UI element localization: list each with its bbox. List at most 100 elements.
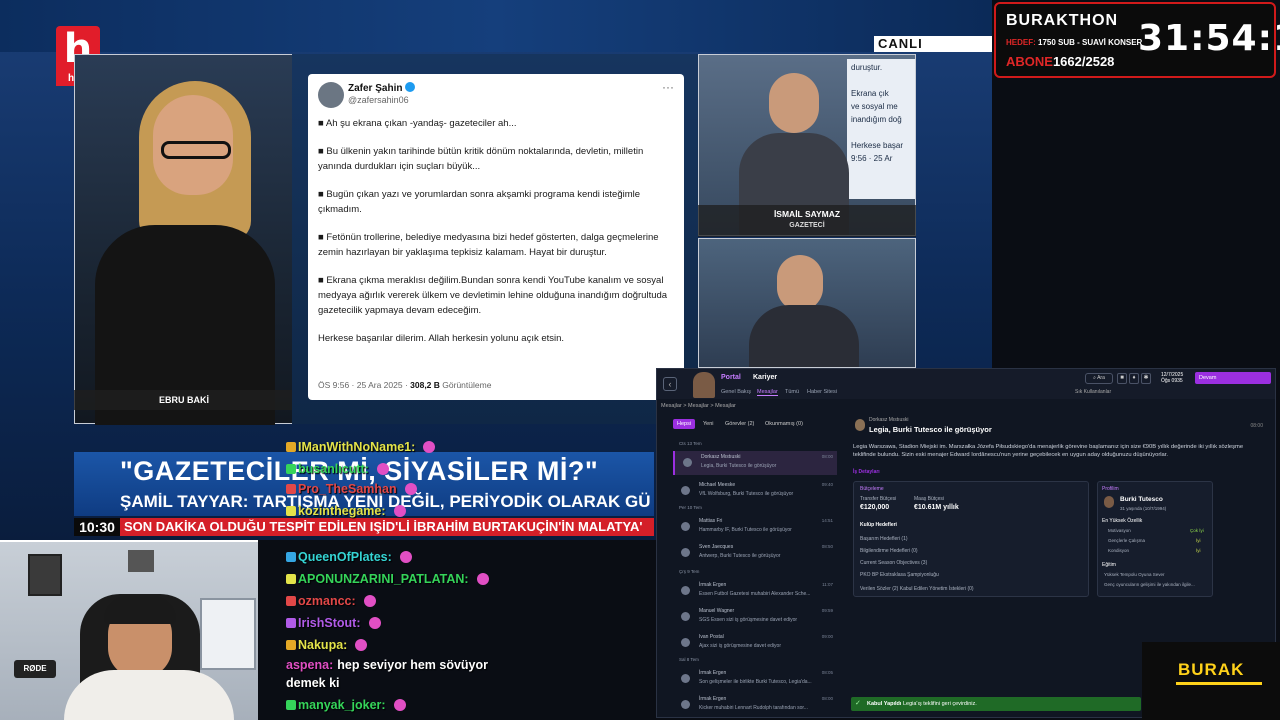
- stream-chat: IManWithNoName1: busanlıcutt: Pro_TheSamha…: [258, 440, 658, 720]
- subathon-overlay: BURAKTHON HEDEF: 1750 SUB - SUAVİ KONSER…: [994, 2, 1280, 78]
- guest-name-tag: İSMAİL SAYMAZ GAZETECİ: [698, 205, 916, 237]
- subtab-overview[interactable]: Genel Bakış: [721, 389, 751, 395]
- message-title: Legia, Burki Tutesco ile görüşüyor: [869, 425, 992, 434]
- chat-message: APONUNZARINI_PATLATAN:: [286, 572, 489, 586]
- message-list-item[interactable]: İrmak Ergen Kicker muhabiri Lennart Rudol…: [673, 693, 837, 717]
- chat-username[interactable]: APONUNZARINI_PATLATAN:: [298, 572, 469, 586]
- message-list-item[interactable]: Mattias Fri Hammarby IF, Burki Tutesco il…: [673, 515, 837, 539]
- microphone-icon: RØDE: [14, 660, 56, 678]
- mail-icon: [681, 586, 690, 595]
- filter-tasks[interactable]: Görevler (2): [721, 419, 758, 429]
- avatar: [318, 82, 344, 108]
- back-icon[interactable]: ‹: [663, 377, 677, 391]
- emote-icon: [404, 483, 417, 495]
- tweet-meta: ÖS 9:56 · 25 Ara 2025 · 308,2 B Görüntül…: [318, 380, 492, 390]
- chat-username[interactable]: QueenOfPlates:: [298, 550, 392, 564]
- tweet-card: Zafer Şahin @zafersahin06 ··· ■ Ah şu ek…: [308, 74, 684, 400]
- day-header: Cts 13 Tem: [679, 441, 702, 446]
- filter-all[interactable]: Hepsi: [673, 419, 696, 429]
- emote-icon: [355, 639, 368, 651]
- message-list-item[interactable]: İrmak Ergen Essen Futbol Gazetesi muhabir…: [673, 579, 837, 603]
- emote-icon: [423, 441, 436, 453]
- filter-new[interactable]: Yeni: [699, 419, 718, 429]
- emote-icon: [399, 551, 412, 563]
- message-list-item[interactable]: Manuel Wagner SGS Essen sizi iş görüşmesi…: [673, 605, 837, 629]
- message-list-item[interactable]: Ivan Postal Ajax sizi iş görüşmesine dave…: [673, 631, 837, 655]
- chat-username[interactable]: Nakupa:: [298, 638, 347, 652]
- more-icon: ···: [662, 80, 674, 94]
- profile-card: Profilim Burki Tutesco 31 yaşında (10/7/…: [1097, 481, 1213, 597]
- day-header: Sal 8 Tem: [679, 657, 699, 662]
- mail-icon: [681, 612, 690, 621]
- overlay-title: BURAKTHON: [1006, 12, 1119, 29]
- emote-icon: [363, 595, 376, 607]
- tweet-handle: @zafersahin06: [348, 95, 409, 105]
- chat-username[interactable]: manyak_joker:: [298, 698, 386, 712]
- broadcast-clock: 10:30: [74, 518, 120, 536]
- chat-text: demek ki: [286, 676, 340, 690]
- message-list-item[interactable]: Sven Jaecques Antwerp, Burki Tutesco ile …: [673, 541, 837, 565]
- gear-icon[interactable]: ✱: [1141, 373, 1151, 384]
- overlay-goal: HEDEF: 1750 SUB - SUAVİ KONSER: [1006, 38, 1143, 47]
- chat-message: Nakupa:: [286, 638, 368, 652]
- chat-text: hep seviyor hem sövüyor: [337, 658, 489, 672]
- badge-icon: [286, 574, 296, 584]
- avatar: [1104, 496, 1114, 508]
- chat-username[interactable]: Pro_TheSamhan: [298, 482, 397, 496]
- notification-icon[interactable]: ♦: [1129, 373, 1139, 384]
- tv-top-band: [0, 0, 992, 52]
- emote-icon: [368, 617, 381, 629]
- badge-icon: [286, 596, 296, 606]
- presenter-feed: [74, 54, 294, 425]
- chat-username[interactable]: IManWithNoName1:: [298, 440, 415, 454]
- chat-username[interactable]: IrishStout:: [298, 616, 361, 630]
- mail-icon: [681, 700, 690, 709]
- message-list-item[interactable]: İrmak Ergen Son gelişmeler ile birlikte B…: [673, 667, 837, 691]
- day-header: Çrş 9 Tem: [679, 569, 700, 574]
- chat-message: busanlıcutt:: [286, 462, 389, 476]
- emote-icon: [476, 573, 489, 585]
- game-topbar: ‹ Portal Kariyer Genel Bakış Mesajlar Tü…: [657, 369, 1275, 399]
- subtab-news[interactable]: Haber Sitesi: [807, 389, 837, 395]
- studio-screen: duruştur. Ekrana çık ve sosyal me inandığı…: [847, 59, 915, 199]
- tweet-author: Zafer Şahin: [348, 83, 403, 94]
- chat-message: demek ki: [286, 676, 340, 690]
- chat-username[interactable]: aspena:: [286, 658, 333, 672]
- tab-portal[interactable]: Portal: [721, 374, 741, 381]
- subtab-messages[interactable]: Mesajlar: [757, 389, 778, 396]
- chat-username[interactable]: kozinthegame:: [298, 504, 386, 518]
- chat-message: aspena: hep seviyor hem sövüyor: [286, 658, 488, 672]
- chat-username[interactable]: ozmancc:: [298, 594, 356, 608]
- badge-icon: [286, 506, 296, 516]
- subtab-all[interactable]: Tümü: [785, 389, 799, 395]
- badge-icon: [286, 700, 296, 710]
- guest-feed-2: [698, 238, 916, 368]
- chat-message: QueenOfPlates:: [286, 550, 412, 564]
- chat-message: kozinthegame:: [286, 504, 406, 518]
- webcam-feed: RØDE: [0, 540, 258, 720]
- search-button[interactable]: ⌕ Ara: [1085, 373, 1113, 384]
- game-date: 12/7/2025 Öğs 0935: [1161, 372, 1184, 384]
- chat-message: ozmancc:: [286, 594, 376, 608]
- mail-icon: [681, 638, 690, 647]
- continue-button[interactable]: Devam: [1195, 372, 1271, 384]
- emote-icon: [376, 463, 389, 475]
- filter-unread[interactable]: Okunmamış (0): [761, 419, 807, 429]
- stream-screen: h halk CANLI EBRU BAKİ Zafer Şahin @zafe…: [0, 0, 1280, 720]
- message-list-item[interactable]: Michael Meeske VfL Wolfsburg, Burki Tutes…: [673, 479, 837, 503]
- verified-icon: [405, 82, 416, 92]
- favorites-dropdown[interactable]: Sık Kullanılanlar: [1075, 389, 1111, 395]
- message-body: Legia Warszawa, Stadion Miejski im. Mars…: [853, 444, 1244, 458]
- tab-kariyer[interactable]: Kariyer: [753, 374, 777, 381]
- overlay-subs: ABONE1662/2528: [1006, 54, 1115, 69]
- message-list-item[interactable]: Dorkasz Mıstıuski Legia, Burki Tutesco il…: [673, 451, 837, 475]
- stop-icon[interactable]: ■: [1117, 373, 1127, 384]
- message-list: Cts 13 Tem Per 10 Tem Çrş 9 Tem Sal 8 Tem Do…: [673, 439, 837, 717]
- search-icon: ⌕: [1093, 375, 1096, 381]
- chat-message: IrishStout:: [286, 616, 381, 630]
- badge-icon: [286, 464, 296, 474]
- badge-icon: [286, 552, 296, 562]
- chat-username[interactable]: busanlıcutt:: [298, 462, 369, 476]
- manager-avatar: [693, 372, 715, 398]
- live-label: CANLI: [874, 36, 992, 52]
